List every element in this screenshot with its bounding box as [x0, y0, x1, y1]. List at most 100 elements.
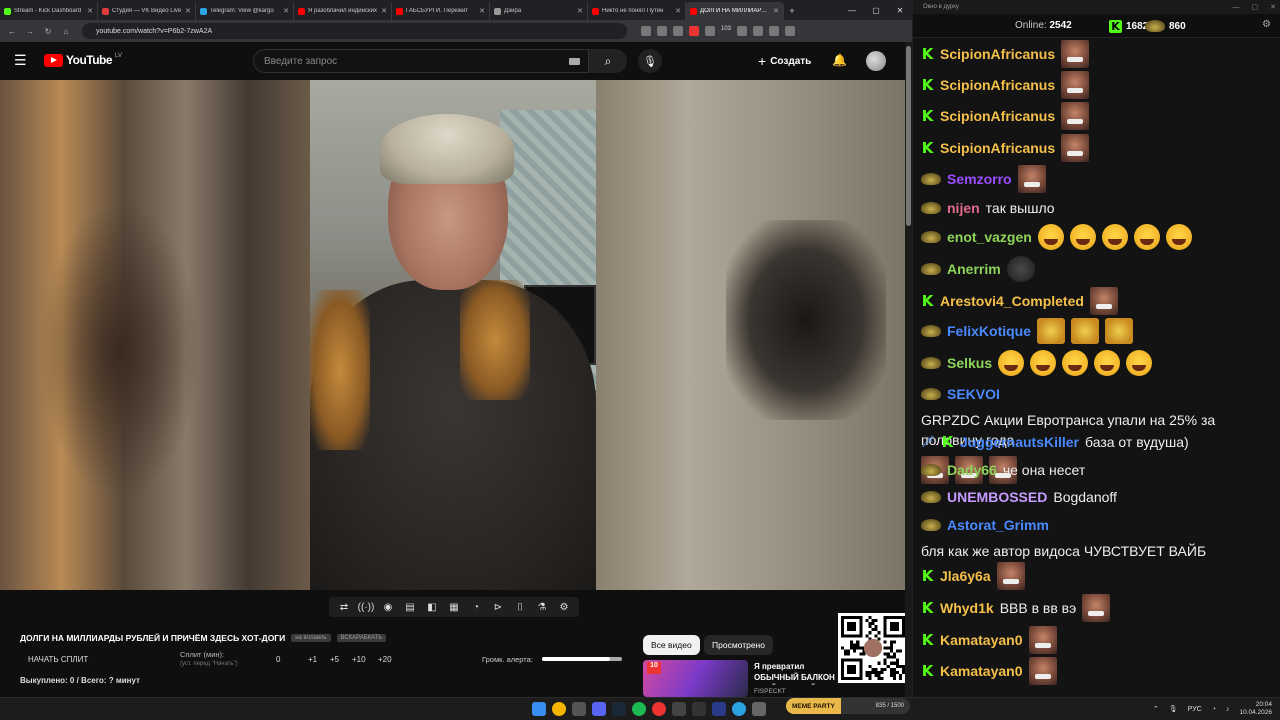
start-split-button[interactable]: НАЧАТЬ СПЛИТ: [28, 655, 88, 664]
pip-icon[interactable]: ◧: [422, 602, 442, 613]
meme-party-widget[interactable]: MEME PARTY 835 / 1500: [786, 698, 910, 714]
chat-username[interactable]: Arestovi4_Completed: [940, 291, 1084, 311]
video-player[interactable]: [0, 80, 905, 590]
chat-username[interactable]: ScipionAfricanus: [940, 44, 1055, 64]
overlay-button[interactable]: на вплавль: [291, 634, 331, 642]
chip-all-videos[interactable]: Все видео: [643, 635, 700, 655]
app-icon[interactable]: [712, 702, 726, 716]
maximize-button[interactable]: ▢: [864, 0, 888, 20]
chat-username[interactable]: Jla6y6a: [940, 566, 991, 586]
chat-username[interactable]: Semzorro: [947, 169, 1012, 189]
browser-tab[interactable]: Telegram: View @kargo ✕: [196, 2, 294, 20]
chat-username[interactable]: Anerrim: [947, 259, 1001, 279]
minimize-button[interactable]: —: [840, 0, 864, 20]
extension-icon[interactable]: [785, 26, 796, 36]
chat-username[interactable]: SEKVOI: [947, 384, 1000, 404]
spotify-icon[interactable]: [632, 702, 646, 716]
steam-icon[interactable]: [612, 702, 626, 716]
search-button[interactable]: ⌕: [589, 49, 627, 73]
url-field[interactable]: youtube.com/watch?v=P6b2-7zwA2A: [82, 23, 627, 39]
browser-tab[interactable]: Дэйра ✕: [490, 2, 588, 20]
chat-username[interactable]: UNEMBOSSED: [947, 487, 1047, 507]
split-add-button[interactable]: +1: [308, 655, 317, 664]
close-icon[interactable]: ✕: [773, 7, 779, 15]
close-icon[interactable]: ✕: [381, 7, 387, 15]
youtube-logo[interactable]: YouTube LV: [44, 53, 122, 67]
reload-icon[interactable]: ↻: [42, 27, 54, 36]
browser-tab[interactable]: Никто не понял Путин ✕: [588, 2, 686, 20]
screenshot-icon[interactable]: ⌷: [510, 602, 530, 613]
extension-icon[interactable]: [689, 26, 699, 36]
chip-watched[interactable]: Просмотрено: [704, 635, 773, 655]
hamburger-menu-icon[interactable]: ☰: [14, 52, 30, 68]
chat-username[interactable]: ScipionAfricanus: [940, 75, 1055, 95]
close-icon[interactable]: ✕: [479, 7, 485, 15]
chat-username[interactable]: ScipionAfricanus: [940, 138, 1055, 158]
telegram-icon[interactable]: [732, 702, 746, 716]
audio-icon[interactable]: ((·)): [356, 602, 376, 613]
discord-icon[interactable]: [592, 702, 606, 716]
wifi-icon[interactable]: ◔: [1212, 706, 1216, 713]
speed-icon[interactable]: ◔: [466, 602, 486, 613]
close-icon[interactable]: ✕: [87, 7, 93, 15]
home-icon[interactable]: ⌂: [60, 27, 72, 36]
close-icon[interactable]: ✕: [675, 7, 681, 15]
gear-icon[interactable]: ⚙: [1262, 19, 1271, 30]
split-add-button[interactable]: +5: [330, 655, 339, 664]
keyboard-icon[interactable]: [569, 58, 580, 65]
close-icon[interactable]: ✕: [577, 7, 583, 15]
avatar[interactable]: [866, 51, 886, 71]
chat-username[interactable]: nijen: [947, 198, 980, 218]
extension-icon[interactable]: [705, 26, 715, 36]
maximize-button[interactable]: ▢: [1252, 3, 1259, 11]
windows-start-icon[interactable]: [532, 702, 546, 716]
recommended-thumbnail[interactable]: 10: [643, 660, 748, 697]
subtitles-icon[interactable]: ▦: [444, 602, 464, 613]
bell-icon[interactable]: 🔔: [832, 53, 847, 67]
create-button[interactable]: + Создать: [758, 52, 811, 70]
chat-username[interactable]: Kamatayan0: [940, 630, 1023, 650]
browser-tab[interactable]: ГАБСБУРГИ. Пережит ✕: [392, 2, 490, 20]
new-tab-button[interactable]: +: [784, 2, 800, 20]
app-icon[interactable]: [692, 702, 706, 716]
chrome-icon[interactable]: [552, 702, 566, 716]
forward-icon[interactable]: →: [24, 27, 36, 36]
close-icon[interactable]: ✕: [185, 7, 191, 15]
recommended-title[interactable]: Я превратил ОБЫЧНЫЙ БАЛКОН в ГЕЙМЕРСКИЙ: [754, 661, 840, 685]
chevron-up-icon[interactable]: ⌃: [1153, 705, 1159, 713]
browser-tab[interactable]: Студия — VK Видео Live ✕: [98, 2, 196, 20]
page-scrollbar[interactable]: [905, 42, 912, 697]
chat-username[interactable]: JuggernautsKiller: [960, 432, 1079, 452]
extension-icon[interactable]: [769, 26, 780, 36]
browser-tab[interactable]: Stream - Kick Dashboard ✕: [0, 2, 98, 20]
browser-tab[interactable]: ДОЛГИ НА МИЛЛИАРДЫ ✕: [686, 2, 784, 20]
extension-icon[interactable]: [673, 26, 683, 36]
chat-username[interactable]: Astorat_Grimm: [947, 515, 1049, 535]
app-icon[interactable]: [752, 702, 766, 716]
chat-username[interactable]: Selkus: [947, 353, 992, 373]
close-icon[interactable]: ✕: [283, 7, 289, 15]
browser-tab[interactable]: Я разоблачил индийских ✕: [294, 2, 392, 20]
recommended-channel[interactable]: FISPECKT: [754, 688, 786, 695]
extension-icon[interactable]: [641, 26, 651, 36]
split-add-button[interactable]: +20: [378, 655, 392, 664]
split-value[interactable]: 0: [276, 655, 280, 664]
flask-icon[interactable]: ⚗: [532, 602, 552, 613]
extension-icon[interactable]: [753, 26, 764, 36]
close-button[interactable]: ✕: [1270, 3, 1276, 11]
minimize-button[interactable]: —: [1233, 4, 1240, 11]
clock[interactable]: 20:04 10.04.2026: [1239, 701, 1272, 717]
film-icon[interactable]: ▤: [400, 602, 420, 613]
chat-username[interactable]: FelixKotique: [947, 321, 1031, 341]
mic-icon[interactable]: 🎙: [1169, 705, 1178, 713]
app-icon[interactable]: [572, 702, 586, 716]
close-button[interactable]: ✕: [888, 0, 912, 20]
volume-icon[interactable]: ♪: [1226, 706, 1230, 713]
scrollbar-thumb[interactable]: [906, 46, 911, 226]
app-icon[interactable]: [672, 702, 686, 716]
chat-username[interactable]: ScipionAfricanus: [940, 106, 1055, 126]
search-input[interactable]: Введите запрос: [253, 49, 589, 73]
split-add-button[interactable]: +10: [352, 655, 366, 664]
watch-icon[interactable]: ◉: [378, 602, 398, 613]
alert-volume-slider[interactable]: [542, 657, 622, 661]
